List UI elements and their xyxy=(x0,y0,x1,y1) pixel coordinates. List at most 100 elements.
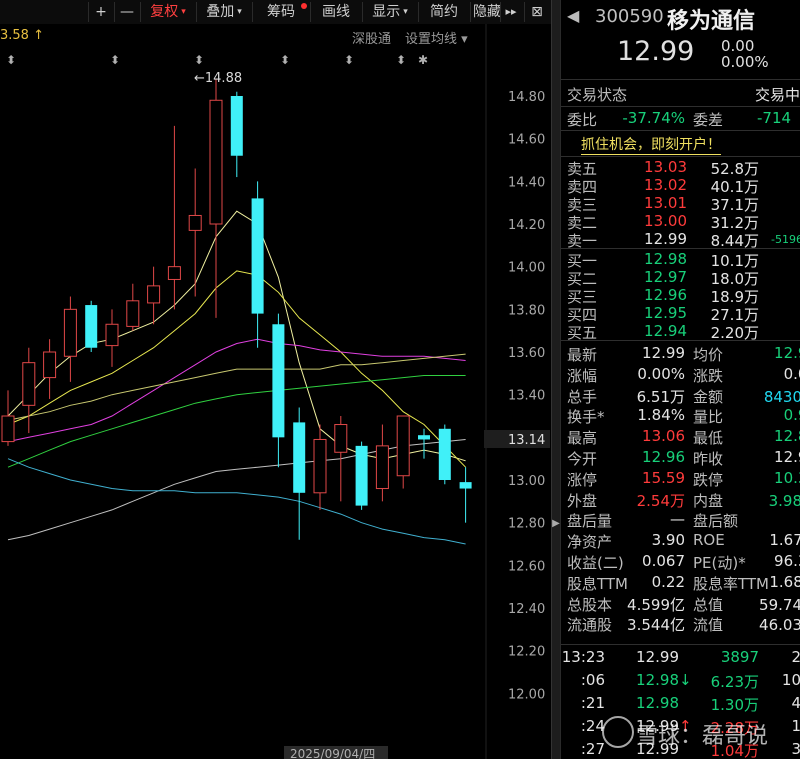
quote-label: 最新 xyxy=(567,346,598,364)
quote-label: 跌停 xyxy=(693,470,724,489)
quote-label: 流值 xyxy=(693,616,724,635)
y-tick-label: 13.60 xyxy=(508,346,545,361)
bids-level-price[interactable]: 12.96 xyxy=(631,286,687,304)
quote-label: 总值 xyxy=(693,595,724,614)
event-marker-icon[interactable]: ⬍ xyxy=(110,53,120,67)
quote-label: 量比 xyxy=(693,408,724,427)
prev-price-tag: 3.58 ↑ xyxy=(0,28,44,43)
toolbar-button-0[interactable]: 复权 ▾ xyxy=(140,2,195,22)
candle-body xyxy=(334,424,348,453)
candle-body xyxy=(375,445,389,490)
tick-arrow: ↓ xyxy=(679,671,692,689)
y-tick-label: 14.60 xyxy=(508,133,545,148)
asks-level-price[interactable]: 13.01 xyxy=(631,194,687,212)
candle-body xyxy=(1,415,15,443)
quote-value: 12.99 xyxy=(774,448,800,466)
tick-time: :27 xyxy=(580,740,605,758)
quote-value: 6.51万 xyxy=(636,387,685,406)
asks-level-price[interactable]: 12.99 xyxy=(631,230,687,248)
event-marker-icon[interactable]: ⬍ xyxy=(6,53,16,67)
trade-status-label: 交易状态 xyxy=(567,86,628,104)
bid-diff-label: 委差 xyxy=(693,111,724,129)
event-markers: ⬍ ⬍ ⬍ ⬍ ⬍ ⬍ ✱ xyxy=(0,50,552,68)
tick-time: :21 xyxy=(580,694,605,712)
event-marker-icon[interactable]: ⬍ xyxy=(280,53,290,67)
tick-count: 2 xyxy=(777,648,800,666)
toolbar-button-1[interactable]: 叠加 ▾ xyxy=(196,2,251,22)
candle-body xyxy=(188,214,202,231)
candle-body xyxy=(272,324,285,438)
date-label: 2025/09/04/四 xyxy=(290,747,375,759)
tick-count: 1 xyxy=(777,717,800,735)
tick-price: 12.98 xyxy=(636,671,679,689)
y-tick-label: 12.80 xyxy=(508,517,545,532)
toolbar-button-5[interactable]: 简约 xyxy=(418,2,469,22)
quote-value: 15.59 xyxy=(642,468,685,487)
quote-value: 96.30 xyxy=(774,552,800,570)
tick-time: :06 xyxy=(580,671,605,689)
toolbar-button-2[interactable]: 筹码 xyxy=(252,2,309,22)
event-marker-icon[interactable]: ⬍ xyxy=(344,53,354,67)
candle-body xyxy=(63,308,77,357)
collapse-arrow-icon[interactable]: ▶ xyxy=(552,515,560,533)
event-marker-icon[interactable]: ⬍ xyxy=(396,53,406,67)
more-tools-button[interactable]: ▸▸ xyxy=(500,2,521,22)
stock-header: ◀ 300590 移为通信 12.99 0.00 0.00% xyxy=(561,0,800,76)
collapse-icon[interactable]: ⊠ xyxy=(524,2,549,22)
zoom-in-button[interactable]: + xyxy=(88,2,113,22)
toolbar-button-4[interactable]: 显示 ▾ xyxy=(362,2,417,22)
quote-value: 1.84% xyxy=(637,406,685,425)
asks-level-price[interactable]: 13.00 xyxy=(631,212,687,230)
bids-level-price[interactable]: 12.95 xyxy=(631,304,687,322)
candle-body xyxy=(313,438,327,494)
bids-level-price[interactable]: 12.94 xyxy=(631,322,687,340)
candle-body xyxy=(293,422,306,493)
trade-status-value: 交易中 xyxy=(755,86,800,104)
tick-price: 12.99 xyxy=(636,648,679,666)
quote-label: 今开 xyxy=(567,450,598,468)
quote-value: 12.80 xyxy=(774,427,800,446)
quote-value: 46.03亿 xyxy=(759,616,800,635)
quote-label: ROE xyxy=(693,531,725,550)
quote-value: 3.90 xyxy=(651,531,685,550)
quote-value: — xyxy=(757,510,800,528)
candle-body xyxy=(396,415,410,477)
tick-time: 13:23 xyxy=(561,648,605,666)
chevron-down-icon: ▾ xyxy=(237,7,242,17)
prev-stock-icon[interactable]: ◀ xyxy=(567,6,579,25)
y-tick-label: 14.00 xyxy=(508,261,545,276)
bids-level-price[interactable]: 12.98 xyxy=(631,250,687,268)
y-tick-label: 14.20 xyxy=(508,218,545,233)
asks-level-price[interactable]: 13.03 xyxy=(631,158,687,176)
kline-chart[interactable]: 14.80 14.60 14.40 14.20 14.00 13.80 13.60 13.40… xyxy=(0,0,552,759)
quote-label: 均价 xyxy=(693,346,724,364)
notification-dot-icon xyxy=(301,3,307,9)
xueqiu-logo-icon xyxy=(602,716,634,748)
tick-volume: 6.23万 xyxy=(710,673,759,691)
asks-level-change: -5196 xyxy=(771,233,800,246)
quote-value: 0.00 xyxy=(783,364,800,383)
zoom-out-button[interactable]: — xyxy=(114,2,139,22)
quote-value: 12.99 xyxy=(642,344,685,362)
bids-level-price[interactable]: 12.97 xyxy=(631,268,687,286)
event-marker-icon[interactable]: ⬍ xyxy=(194,53,204,67)
y-tick-label: 13.80 xyxy=(508,303,545,318)
hk-connect-link[interactable]: 深股通 xyxy=(352,28,391,47)
toolbar-button-3[interactable]: 画线 xyxy=(310,2,361,22)
quote-label: 外盘 xyxy=(567,491,598,510)
quote-label: 换手* xyxy=(567,408,605,427)
kline-chart-panel[interactable]: 14.80 14.60 14.40 14.20 14.00 13.80 13.60 13.40… xyxy=(0,0,552,759)
price-change-pct: 0.00% xyxy=(721,53,769,71)
ma-line-3 xyxy=(7,353,466,421)
bid-ratio-label: 委比 xyxy=(567,111,598,129)
candle-body xyxy=(147,285,161,304)
toolbar-button-6[interactable]: 隐藏 xyxy=(470,2,503,22)
bid-diff-value: -714 xyxy=(757,109,792,127)
event-marker-icon[interactable]: ✱ xyxy=(418,53,428,67)
open-account-promo-link[interactable]: 抓住机会，即刻开户！ xyxy=(581,134,721,155)
asks-level-price[interactable]: 13.02 xyxy=(631,176,687,194)
ma-settings-link[interactable]: 设置均线 ▾ xyxy=(405,28,468,47)
y-tick-label: 12.40 xyxy=(508,602,545,617)
quote-label: 涨停 xyxy=(567,470,598,489)
quote-value: 13.06 xyxy=(642,427,685,446)
